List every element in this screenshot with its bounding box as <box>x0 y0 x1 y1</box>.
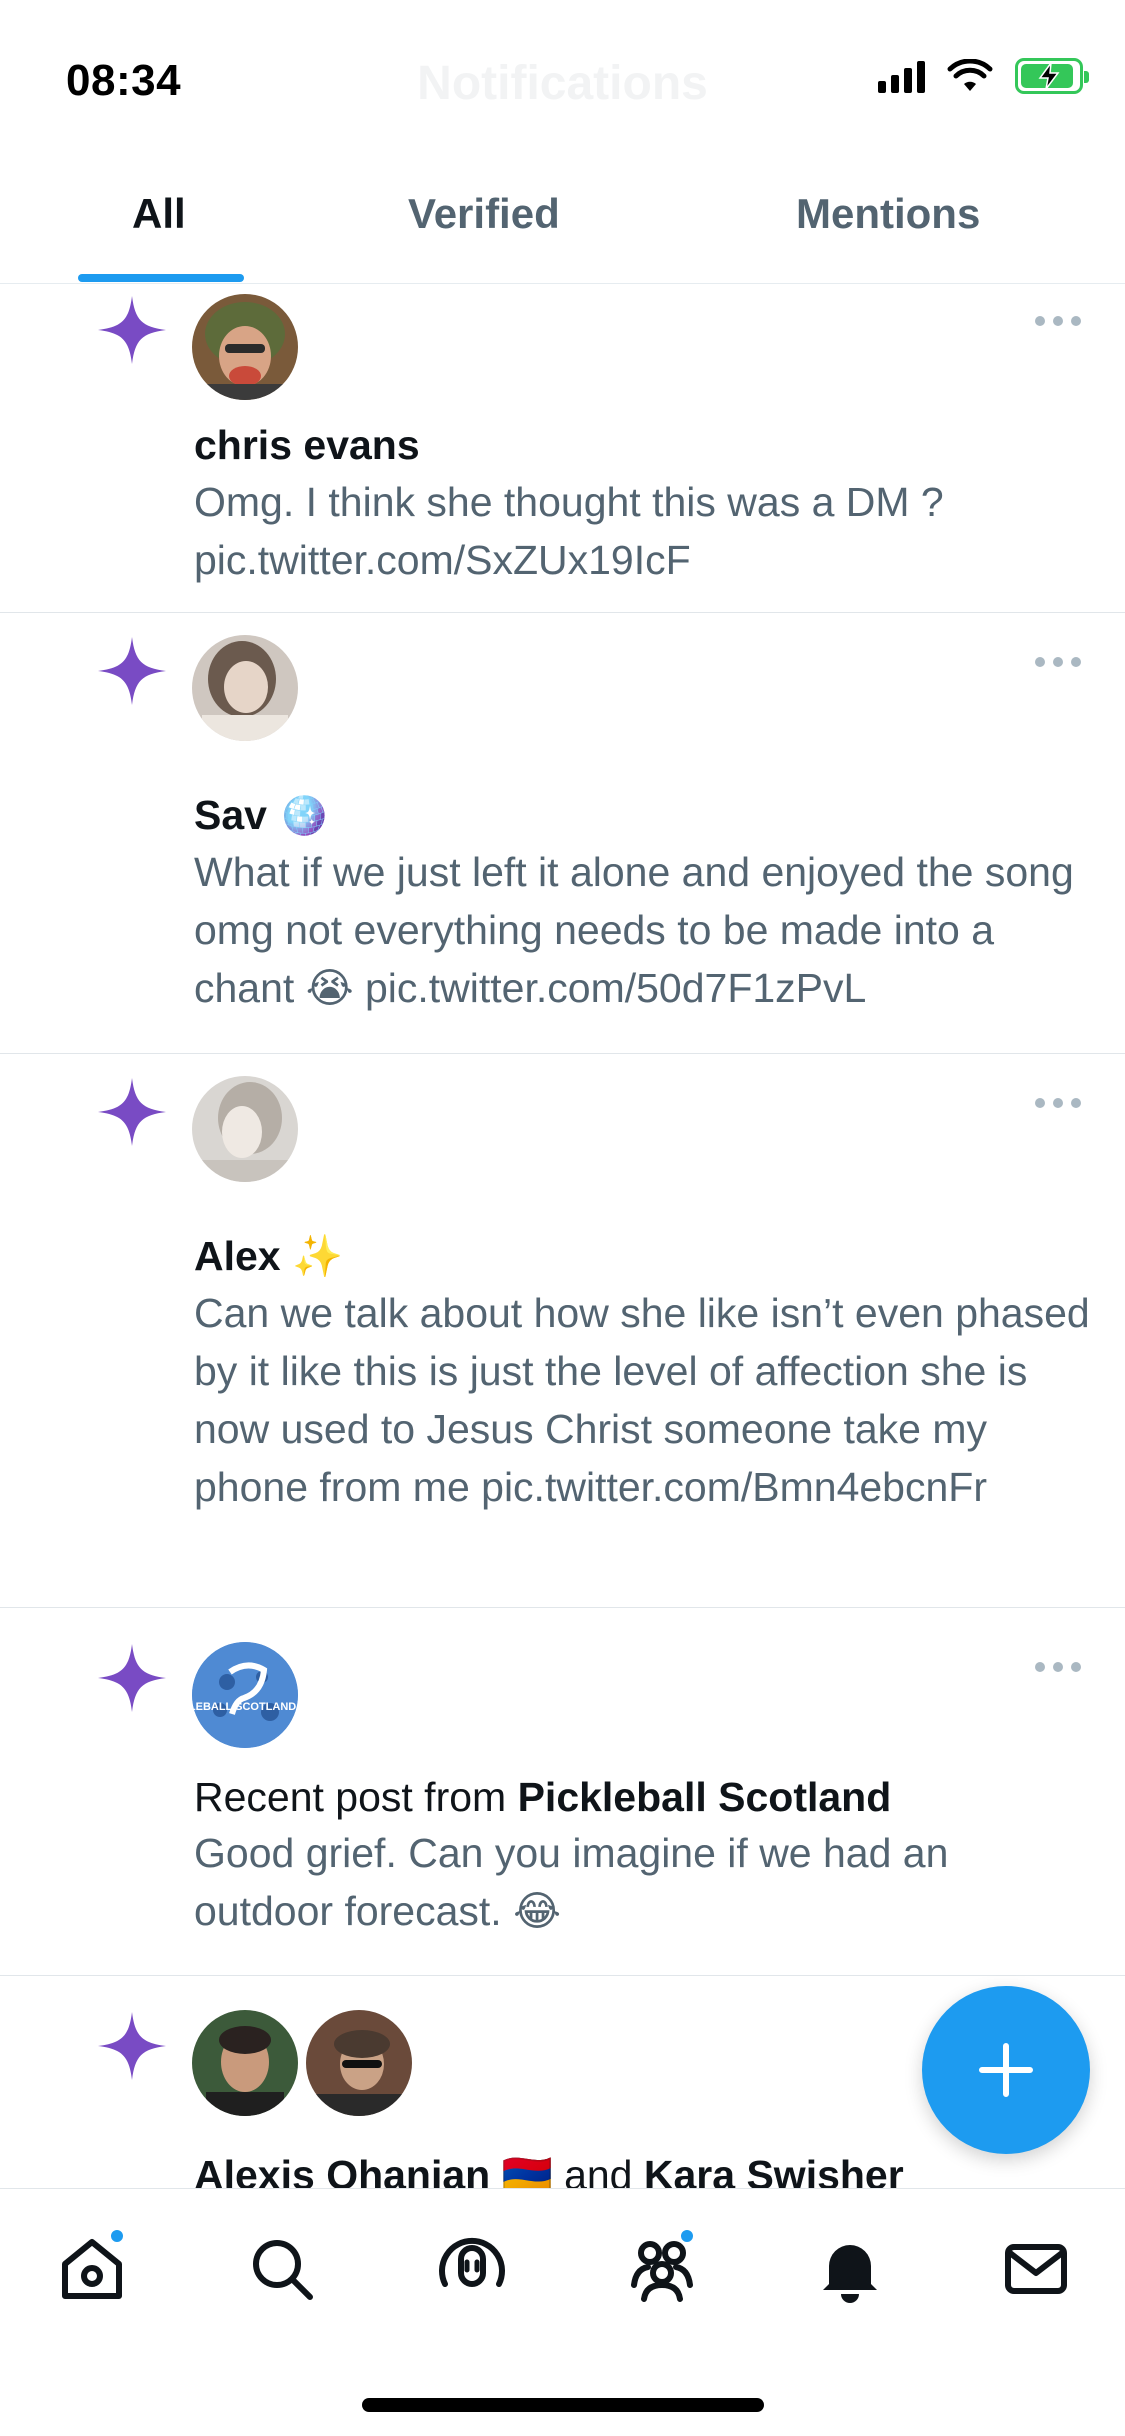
more-options-icon[interactable] <box>1035 1096 1081 1110</box>
notification-text: Good grief. Can you imagine if we had an… <box>194 1830 949 1934</box>
sparkles-emoji: ✨ <box>292 1233 344 1279</box>
notification-author[interactable]: Alexis Ohanian 🇦🇲 and Kara Swisher <box>194 2152 904 2188</box>
author-name-2: Kara Swisher <box>643 2152 904 2188</box>
home-indicator <box>362 2398 764 2412</box>
bell-icon <box>823 2245 877 2303</box>
flag-emoji: 🇦🇲 <box>501 2152 553 2188</box>
mail-icon <box>1005 2244 1067 2294</box>
notification-author[interactable]: Sav 🪩 <box>194 792 329 840</box>
nav-notifications[interactable] <box>810 2229 890 2309</box>
sparkle-icon <box>98 1078 166 1146</box>
notification-item[interactable]: Sav 🪩 What if we just left it alone and … <box>0 613 1125 1054</box>
more-options-icon[interactable] <box>1035 314 1081 328</box>
nav-spaces[interactable] <box>432 2229 512 2309</box>
tab-verified[interactable]: Verified <box>408 190 560 238</box>
status-bar: 08:34 Notifications <box>0 0 1125 160</box>
notification-text: Omg. I think she thought this was a DM ?… <box>194 479 944 583</box>
spaces-icon <box>439 2238 505 2287</box>
avatar[interactable]: PICKLEBALL SCOTLAND .ORG <box>192 1642 298 1748</box>
sparkle-icon <box>98 637 166 705</box>
pickleball-logo-text: PICKLEBALL SCOTLAND .ORG <box>192 1701 298 1713</box>
nav-communities[interactable] <box>622 2227 702 2309</box>
nav-home[interactable] <box>52 2227 132 2309</box>
cellular-signal-icon <box>878 59 925 93</box>
avatar[interactable] <box>306 2010 412 2116</box>
battery-icon <box>1015 58 1089 94</box>
more-options-icon[interactable] <box>1035 1660 1081 1674</box>
notification-author[interactable]: chris evans <box>194 422 420 469</box>
tab-mentions[interactable]: Mentions <box>796 190 980 238</box>
notification-text: Can we talk about how she like isn’t eve… <box>194 1290 1090 1510</box>
recent-post-prefix: Recent post from <box>194 1774 518 1820</box>
author-name: Alexis Ohanian <box>194 2152 491 2188</box>
more-options-icon[interactable] <box>1035 655 1081 669</box>
nav-search[interactable] <box>242 2229 322 2309</box>
search-icon <box>253 2240 313 2300</box>
author-name: Sav <box>194 792 267 838</box>
notification-item[interactable]: chris evans Omg. I think she thought thi… <box>0 284 1125 613</box>
sparkle-icon <box>98 296 166 364</box>
sparkle-icon <box>98 2012 166 2080</box>
avatar[interactable] <box>192 2010 298 2116</box>
notification-author[interactable]: Recent post from Pickleball Scotland <box>194 1774 891 1821</box>
tab-all[interactable]: All <box>132 190 186 238</box>
status-icons <box>878 58 1089 94</box>
author-name: Alex <box>194 1233 281 1279</box>
author-joiner: and <box>552 2152 644 2188</box>
notification-tabs: All Verified Mentions <box>0 160 1125 284</box>
avatar[interactable] <box>192 635 298 741</box>
avatar[interactable] <box>192 294 298 400</box>
notification-author[interactable]: Alex ✨ <box>194 1233 343 1281</box>
compose-button[interactable] <box>922 1986 1090 2154</box>
wifi-icon <box>947 59 993 91</box>
notifications-feed: chris evans Omg. I think she thought thi… <box>0 284 1125 2188</box>
disco-ball-emoji: 🪩 <box>278 792 330 838</box>
avatar[interactable] <box>192 1076 298 1182</box>
notification-item[interactable]: PICKLEBALL SCOTLAND .ORG Recent post fro… <box>0 1608 1125 1976</box>
plus-icon <box>979 2043 1033 2097</box>
notification-dot <box>678 2227 696 2245</box>
notification-text: What if we just left it alone and enjoye… <box>194 849 1074 1011</box>
active-tab-indicator <box>78 274 244 282</box>
sparkle-icon <box>98 1644 166 1712</box>
nav-messages[interactable] <box>996 2229 1076 2309</box>
author-name: Pickleball Scotland <box>517 1774 892 1820</box>
notification-dot <box>108 2227 126 2245</box>
notification-item[interactable]: Alex ✨ Can we talk about how she like is… <box>0 1054 1125 1608</box>
